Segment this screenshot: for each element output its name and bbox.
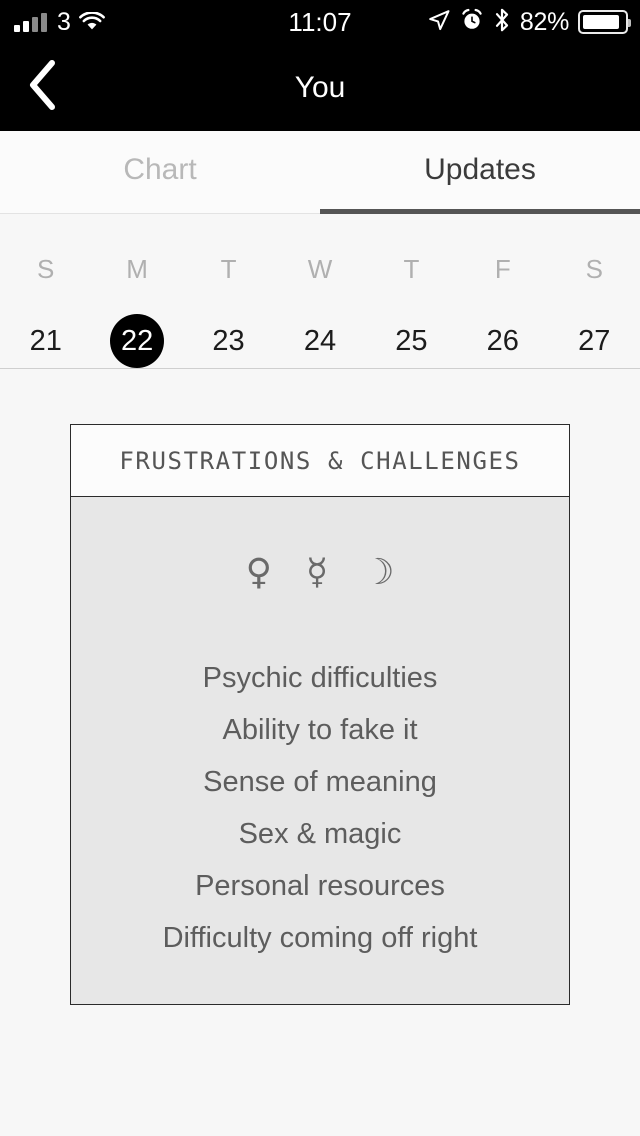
date-row: 21 22 23 24 25 26 27: [0, 314, 640, 368]
clock-label: 11:07: [288, 6, 352, 37]
nav-title-label: You: [294, 70, 346, 104]
content-area: FRUSTRATIONS & CHALLENGES ♀ ☿ ☽ Psychic …: [0, 369, 640, 1136]
weekday-cell: T: [366, 254, 457, 285]
week-calendar-strip: S M T W T F S 21 22 23 24 25 26 27: [0, 214, 640, 369]
list-item: Sex & magic: [238, 818, 402, 850]
weekday-label: T: [220, 254, 237, 284]
date-24[interactable]: 24: [293, 314, 347, 368]
date-21[interactable]: 21: [19, 314, 73, 368]
list-item: Psychic difficulties: [202, 662, 438, 694]
status-bar-right: 82%: [427, 0, 631, 44]
weekday-cell: S: [549, 254, 640, 285]
date-22-selected[interactable]: 22: [110, 314, 165, 368]
list-item: Ability to fake it: [222, 714, 418, 746]
date-26[interactable]: 26: [476, 314, 530, 368]
tab-chart[interactable]: Chart: [0, 131, 320, 213]
alarm-clock-icon: [460, 8, 484, 37]
date-cell[interactable]: 21: [0, 314, 91, 368]
mercury-symbol: ☿: [305, 552, 329, 593]
tab-updates-label: Updates: [424, 153, 536, 186]
card-header: FRUSTRATIONS & CHALLENGES: [71, 425, 569, 497]
venus-symbol: ♀: [245, 552, 272, 593]
bluetooth-icon: [493, 7, 511, 38]
tab-chart-label: Chart: [123, 153, 197, 186]
nav-bar: You: [0, 44, 640, 131]
date-cell[interactable]: 24: [274, 314, 365, 368]
date-cell[interactable]: 22: [91, 314, 182, 368]
planet-symbol-row: ♀ ☿ ☽: [71, 542, 569, 604]
list-item: Personal resources: [195, 870, 445, 902]
weekday-label: W: [307, 254, 333, 284]
tab-updates[interactable]: Updates: [320, 131, 640, 214]
date-23[interactable]: 23: [202, 314, 256, 368]
weekday-label: T: [403, 254, 420, 284]
battery-icon: [578, 10, 631, 34]
moon-symbol: ☽: [362, 552, 395, 593]
date-cell[interactable]: 27: [549, 314, 640, 368]
date-cell[interactable]: 23: [183, 314, 274, 368]
weekday-label: F: [494, 254, 511, 284]
keyword-list: Psychic difficulties Ability to fake it …: [71, 652, 569, 964]
tab-bar: Chart Updates: [0, 131, 640, 214]
weekday-cell: T: [183, 254, 274, 285]
weekday-header-row: S M T W T F S: [0, 254, 640, 285]
weekday-label: M: [126, 254, 148, 284]
weekday-cell: W: [274, 254, 365, 285]
page-title: You: [0, 44, 640, 131]
frustrations-card: FRUSTRATIONS & CHALLENGES ♀ ☿ ☽ Psychic …: [70, 424, 570, 1005]
list-item: Difficulty coming off right: [162, 922, 478, 954]
card-body: ♀ ☿ ☽ Psychic difficulties Ability to fa…: [71, 497, 569, 1004]
weekday-cell: M: [91, 254, 182, 285]
weekday-label: S: [37, 254, 55, 284]
date-25[interactable]: 25: [384, 314, 438, 368]
location-arrow-icon: [427, 8, 451, 37]
weekday-label: S: [585, 254, 603, 284]
date-cell[interactable]: 25: [366, 314, 457, 368]
weekday-cell: F: [457, 254, 548, 285]
app-screen: 3 11:07 82% You Chart Updates S M T W T …: [0, 0, 640, 1136]
date-27[interactable]: 27: [567, 314, 621, 368]
weekday-cell: S: [0, 254, 91, 285]
card-title: FRUSTRATIONS & CHALLENGES: [119, 446, 521, 475]
battery-percent-label: 82%: [519, 7, 569, 36]
list-item: Sense of meaning: [203, 766, 437, 798]
date-cell[interactable]: 26: [457, 314, 548, 368]
status-bar: 3 11:07 82%: [0, 0, 640, 44]
